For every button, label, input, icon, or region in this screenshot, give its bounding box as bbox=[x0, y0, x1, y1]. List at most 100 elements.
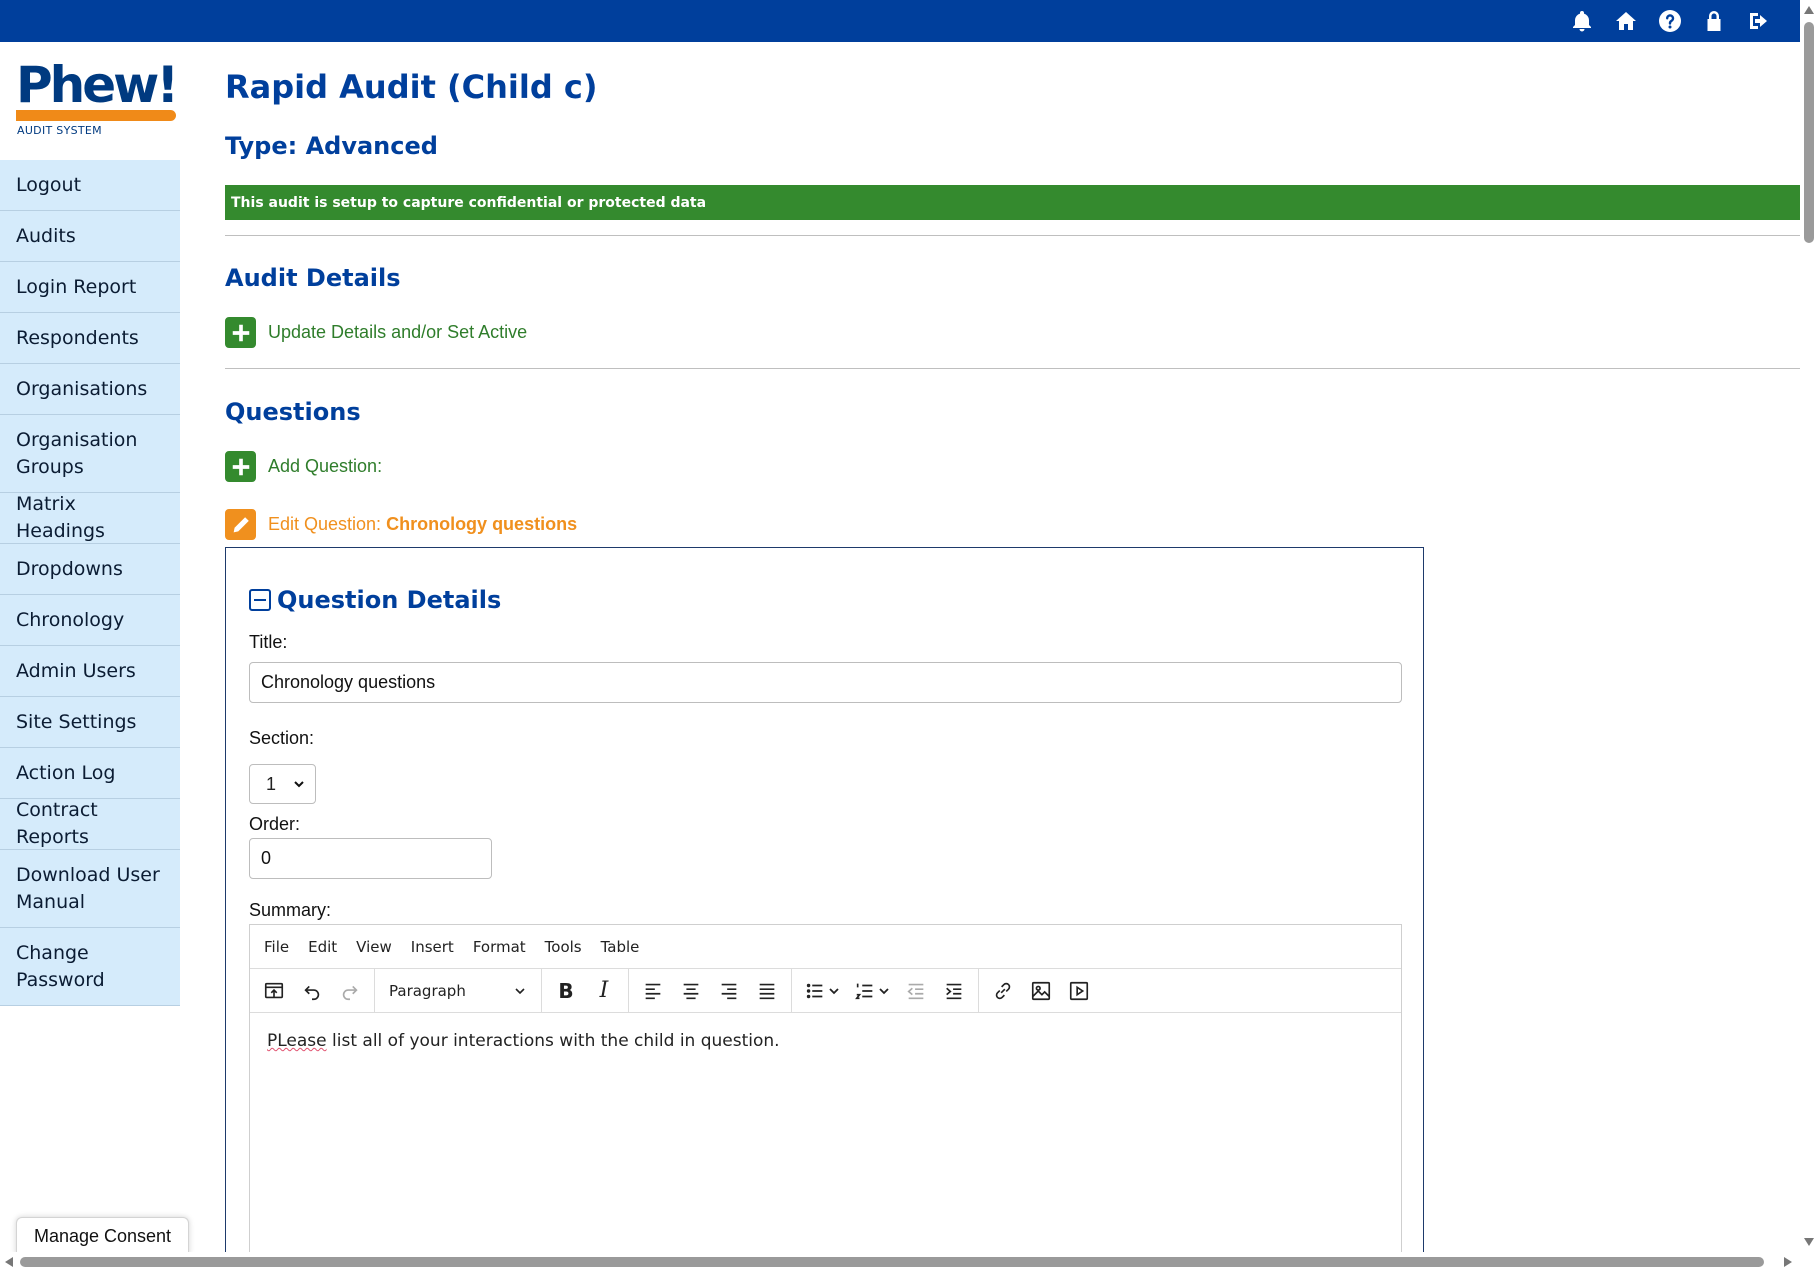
menu-view[interactable]: View bbox=[356, 938, 392, 956]
sidebar-item-matrix-headings[interactable]: Matrix Headings bbox=[0, 493, 180, 544]
add-question-label: Add Question: bbox=[268, 456, 383, 476]
sidebar-item-chronology[interactable]: Chronology bbox=[0, 595, 180, 646]
title-input[interactable] bbox=[249, 662, 1402, 703]
chevron-down-icon bbox=[294, 781, 304, 788]
editor-toolbar: Paragraph B I bbox=[250, 968, 1401, 1013]
menu-table[interactable]: Table bbox=[601, 938, 640, 956]
horizontal-scrollbar[interactable] bbox=[0, 1252, 1818, 1272]
sidebar-item-respondents[interactable]: Respondents bbox=[0, 313, 180, 364]
outdent-icon[interactable] bbox=[900, 975, 932, 1007]
question-details-toggle[interactable]: Question Details bbox=[249, 586, 501, 614]
home-icon[interactable] bbox=[1614, 9, 1638, 33]
editor-content-area[interactable]: PLease list all of your interactions wit… bbox=[250, 1013, 1401, 1069]
order-input[interactable] bbox=[249, 838, 492, 879]
sidebar-item-action-log[interactable]: Action Log bbox=[0, 748, 180, 799]
menu-file[interactable]: File bbox=[264, 938, 289, 956]
sidebar-item-download-user-manual[interactable]: Download User Manual bbox=[0, 850, 180, 928]
logo-underline bbox=[16, 110, 176, 121]
sidebar-item-audits[interactable]: Audits bbox=[0, 211, 180, 262]
top-icons bbox=[1570, 9, 1770, 33]
chevron-down-icon bbox=[515, 987, 525, 994]
pencil-icon bbox=[225, 509, 256, 540]
update-details-link[interactable]: Update Details and/or Set Active bbox=[225, 317, 527, 348]
edit-question-prefix: Edit Question: bbox=[268, 514, 382, 534]
menu-insert[interactable]: Insert bbox=[411, 938, 454, 956]
summary-label: Summary: bbox=[249, 900, 332, 920]
confidential-notice-banner: This audit is setup to capture confident… bbox=[225, 185, 1800, 220]
sidebar-item-admin-users[interactable]: Admin Users bbox=[0, 646, 180, 697]
history-group bbox=[250, 968, 375, 1013]
vertical-scrollbar[interactable] bbox=[1800, 0, 1818, 1252]
manage-consent-button[interactable]: Manage Consent bbox=[16, 1217, 189, 1255]
block-format-select[interactable]: Paragraph bbox=[383, 975, 533, 1007]
questions-heading: Questions bbox=[225, 398, 361, 426]
bell-icon[interactable] bbox=[1570, 9, 1594, 33]
section-label: Section: bbox=[249, 728, 315, 748]
align-center-icon[interactable] bbox=[675, 975, 707, 1007]
bullet-list-icon[interactable] bbox=[800, 975, 844, 1007]
edit-question-link[interactable]: Edit Question: Chronology questions bbox=[225, 509, 577, 540]
question-details-heading: Question Details bbox=[277, 586, 502, 614]
sidebar-item-dropdowns[interactable]: Dropdowns bbox=[0, 544, 180, 595]
indent-icon[interactable] bbox=[938, 975, 970, 1007]
sidebar-item-contract-reports[interactable]: Contract Reports bbox=[0, 799, 180, 850]
scroll-up-arrow-icon[interactable] bbox=[1804, 6, 1814, 14]
audit-details-heading: Audit Details bbox=[225, 264, 401, 292]
sidebar-item-login-report[interactable]: Login Report bbox=[0, 262, 180, 313]
media-icon[interactable] bbox=[1063, 975, 1095, 1007]
insert-group bbox=[979, 969, 1103, 1013]
scroll-down-arrow-icon[interactable] bbox=[1804, 1238, 1814, 1246]
align-left-icon[interactable] bbox=[637, 975, 669, 1007]
sidebar-item-change-password[interactable]: Change Password bbox=[0, 928, 180, 1006]
block-format-value: Paragraph bbox=[389, 981, 466, 1000]
add-question-link[interactable]: Add Question: bbox=[225, 451, 382, 482]
editor-content-text: list all of your interactions with the c… bbox=[326, 1031, 780, 1051]
link-icon[interactable] bbox=[987, 975, 1019, 1007]
main-content: Rapid Audit (Child c) Type: Advanced Thi… bbox=[225, 42, 1800, 1252]
vertical-scroll-thumb[interactable] bbox=[1804, 22, 1814, 243]
phew-logo[interactable]: Phew! AUDIT SYSTEM bbox=[0, 42, 180, 160]
question-details-panel: Question Details Title: Section: 1 Order… bbox=[225, 547, 1424, 1252]
sidebar-item-organisations[interactable]: Organisations bbox=[0, 364, 180, 415]
divider bbox=[225, 235, 1800, 236]
list-group bbox=[792, 968, 979, 1013]
scroll-left-arrow-icon[interactable] bbox=[5, 1257, 13, 1267]
sidebar-item-site-settings[interactable]: Site Settings bbox=[0, 697, 180, 748]
sidebar-item-organisation-groups[interactable]: Organisation Groups bbox=[0, 415, 180, 493]
horizontal-scroll-thumb[interactable] bbox=[20, 1257, 1764, 1267]
edit-question-label: Edit Question: Chronology questions bbox=[268, 514, 577, 535]
order-label: Order: bbox=[249, 814, 301, 834]
section-select[interactable]: 1 bbox=[249, 764, 316, 804]
audit-type: Type: Advanced bbox=[225, 132, 438, 160]
align-justify-icon[interactable] bbox=[751, 975, 783, 1007]
collapse-icon bbox=[249, 589, 271, 611]
sidebar-item-logout[interactable]: Logout bbox=[0, 160, 180, 211]
logout-icon[interactable] bbox=[1746, 9, 1770, 33]
text-style-group: B I bbox=[542, 968, 629, 1013]
help-icon[interactable] bbox=[1658, 9, 1682, 33]
align-right-icon[interactable] bbox=[713, 975, 745, 1007]
summary-rich-text-editor: File Edit View Insert Format Tools Table bbox=[249, 924, 1402, 1252]
title-label: Title: bbox=[249, 632, 288, 652]
block-format-group: Paragraph bbox=[375, 968, 542, 1013]
scroll-right-arrow-icon[interactable] bbox=[1784, 1257, 1792, 1267]
sidebar-nav: Logout Audits Login Report Respondents O… bbox=[0, 160, 180, 1006]
editor-menubar: File Edit View Insert Format Tools Table bbox=[250, 925, 1401, 969]
misspelled-word: PLease bbox=[267, 1031, 327, 1051]
logo-subtitle: AUDIT SYSTEM bbox=[17, 124, 102, 137]
undo-icon[interactable] bbox=[296, 975, 328, 1007]
plus-icon bbox=[225, 451, 256, 482]
redo-icon[interactable] bbox=[334, 975, 366, 1007]
image-icon[interactable] bbox=[1025, 975, 1057, 1007]
numbered-list-icon[interactable] bbox=[850, 975, 894, 1007]
upload-icon[interactable] bbox=[258, 975, 290, 1007]
menu-format[interactable]: Format bbox=[473, 938, 526, 956]
menu-edit[interactable]: Edit bbox=[308, 938, 337, 956]
italic-icon[interactable]: I bbox=[588, 975, 620, 1007]
lock-icon[interactable] bbox=[1702, 9, 1726, 33]
top-bar bbox=[0, 0, 1818, 42]
logo-text: Phew! bbox=[16, 56, 179, 114]
menu-tools[interactable]: Tools bbox=[545, 938, 582, 956]
bold-icon[interactable]: B bbox=[550, 975, 582, 1007]
plus-icon bbox=[225, 317, 256, 348]
